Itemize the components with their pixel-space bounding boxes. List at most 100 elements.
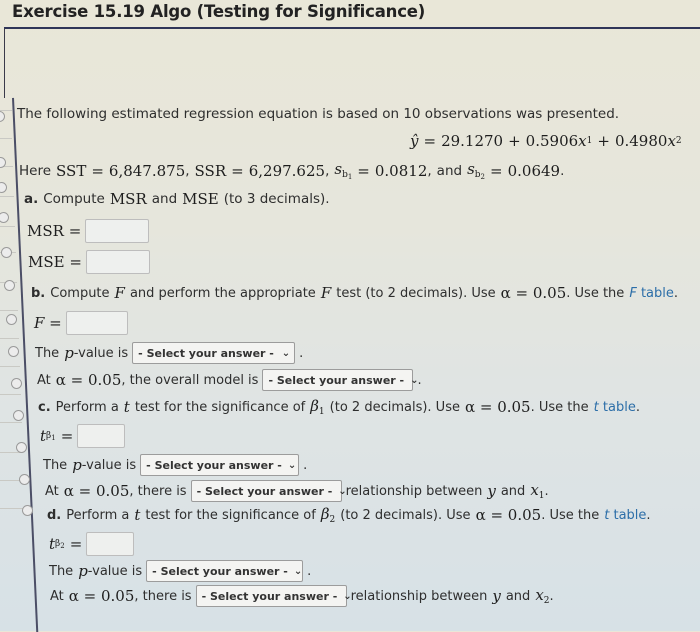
p-symbol: p <box>64 344 74 362</box>
given-prefix: Here <box>19 162 52 179</box>
f-label: F = <box>34 314 62 332</box>
beta1-relationship-row: At α = 0.05 , there is - Select your ans… <box>45 480 549 502</box>
rel-text: relationship between <box>350 588 488 604</box>
rel-text: relationship between <box>345 483 483 499</box>
part-b-text: . Use the <box>566 285 625 301</box>
select-placeholder: - Select your answer - <box>268 373 405 387</box>
coef-x1: 0.5906 <box>525 132 579 150</box>
nested-subscript: 1 <box>51 433 56 442</box>
sst-value: 6,847.875 <box>108 161 186 180</box>
part-d-text: . Use the <box>541 507 600 523</box>
model-text: , the overall model is <box>121 372 259 388</box>
part-c-text: Perform a <box>55 399 119 415</box>
select-placeholder: - Select your answer - <box>138 346 274 360</box>
pvalue-text: -value is <box>81 457 137 473</box>
select-placeholder: - Select your answer - <box>196 484 333 498</box>
select-placeholder: - Select your answer - <box>146 458 282 472</box>
beta2-pvalue-row: The p -value is - Select your answer - ⌄… <box>49 560 312 582</box>
question-content: The following estimated regression equat… <box>0 0 700 631</box>
part-c-text: test for the significance of <box>134 399 306 415</box>
part-d-prompt: d. Perform a t test for the significance… <box>47 505 651 525</box>
y-symbol: y <box>492 587 501 605</box>
alpha-value: α = 0.05 <box>63 482 130 500</box>
beta-sub: 2 <box>329 515 336 525</box>
chevron-down-icon: ⌄ <box>410 374 419 386</box>
part-b-text: test (to 2 decimals). Use <box>336 285 496 301</box>
and-text: and <box>505 588 531 604</box>
msr-term: MSR <box>109 190 147 208</box>
t-table-link[interactable]: t table <box>604 508 646 523</box>
select-placeholder: - Select your answer - <box>201 589 338 603</box>
alpha-value: α = 0.05 <box>464 398 531 416</box>
f-table-link-text: table <box>640 285 674 301</box>
beta2-relationship-select[interactable]: - Select your answer - ⌄ <box>195 585 352 607</box>
overall-model-row: At α = 0.05 , the overall model is - Sel… <box>37 369 422 391</box>
p-symbol: p <box>78 562 88 580</box>
pvalue-text: The <box>49 563 74 579</box>
beta-symbol: β <box>320 505 330 523</box>
f-input[interactable] <box>65 311 128 335</box>
msr-row: MSR = <box>27 219 150 243</box>
beta1-pvalue-select[interactable]: - Select your answer - ⌄ <box>140 454 300 476</box>
t-table-link[interactable]: t table <box>594 400 636 415</box>
ssr-label: SSR <box>194 161 227 180</box>
f-pvalue-select[interactable]: - Select your answer - ⌄ <box>132 342 296 364</box>
mse-label: MSE = <box>28 253 82 271</box>
alpha-value: α = 0.05 <box>55 371 122 389</box>
ssr-value: 6,297.625 <box>248 161 326 180</box>
t-beta2-row: t β2 = <box>49 532 135 556</box>
pvalue-text: -value is <box>87 563 143 579</box>
sb1-label: s <box>334 160 343 178</box>
t-table-link-italic: t <box>604 507 610 523</box>
t-beta1-input[interactable] <box>77 424 126 448</box>
part-b-letter: b. <box>31 285 46 301</box>
intro-text: The following estimated regression equat… <box>17 106 620 122</box>
var-x2-sub: 2 <box>675 136 682 146</box>
part-d-letter: d. <box>47 507 62 523</box>
given-values: Here SST = 6,847.875, SSR = 6,297.625 , … <box>19 160 565 181</box>
msr-input[interactable] <box>85 219 150 243</box>
chevron-down-icon: ⌄ <box>281 347 291 359</box>
t-sub: β2 <box>55 538 65 550</box>
x-sub: 2 <box>543 596 550 606</box>
overall-model-select[interactable]: - Select your answer - ⌄ <box>262 369 419 391</box>
sb2-value: 0.0649 <box>507 161 561 180</box>
sst-label: SST <box>56 161 87 180</box>
and-text: and <box>436 162 463 179</box>
sb1-sub: b1 <box>342 170 353 181</box>
part-a-prompt: a. Compute MSR and MSE (to 3 decimals). <box>24 190 330 208</box>
rel-text: At <box>45 483 59 499</box>
regression-equation: ŷ = 29.1270 + 0.5906 x1 + 0.4980 x2 <box>410 132 682 150</box>
part-a-precision: (to 3 decimals). <box>223 191 330 207</box>
coef-x2: 0.4980 <box>614 132 668 150</box>
model-text: At <box>37 372 51 388</box>
part-c-letter: c. <box>38 399 51 415</box>
pvalue-text: The <box>43 457 68 473</box>
f-symbol: F <box>114 284 125 302</box>
pvalue-text: -value is <box>73 345 129 361</box>
y-symbol: y <box>487 482 496 500</box>
part-c-text: (to 2 decimals). Use <box>329 399 460 415</box>
beta2-pvalue-select[interactable]: - Select your answer - ⌄ <box>146 560 304 582</box>
part-c-text: . Use the <box>530 399 589 415</box>
beta1-relationship-select[interactable]: - Select your answer - ⌄ <box>190 480 347 502</box>
f-table-link[interactable]: F table <box>629 286 674 301</box>
mse-input[interactable] <box>85 250 150 274</box>
and-text: and <box>500 483 526 499</box>
part-a-letter: a. <box>24 191 39 207</box>
select-placeholder: - Select your answer - <box>152 564 288 578</box>
sb1-value: 0.0812 <box>374 161 428 180</box>
part-d-text: (to 2 decimals). Use <box>340 507 471 523</box>
sb2-sub: b2 <box>474 170 486 181</box>
mse-term: MSE <box>182 190 219 208</box>
beta2-relationship-row: At α = 0.05 , there is - Select your ans… <box>50 585 554 607</box>
chevron-down-icon: ⌄ <box>293 565 303 577</box>
f-pvalue-row: The p -value is - Select your answer - ⌄… <box>35 342 304 364</box>
t-table-link-italic: t <box>593 399 599 415</box>
part-d-text: test for the significance of <box>145 507 316 523</box>
sb2-label: s <box>467 160 475 178</box>
var-x1-sub: 1 <box>586 136 593 146</box>
t-beta2-input[interactable] <box>86 532 135 556</box>
t-table-link-text: table <box>602 399 636 415</box>
t-sub: β1 <box>46 430 56 442</box>
